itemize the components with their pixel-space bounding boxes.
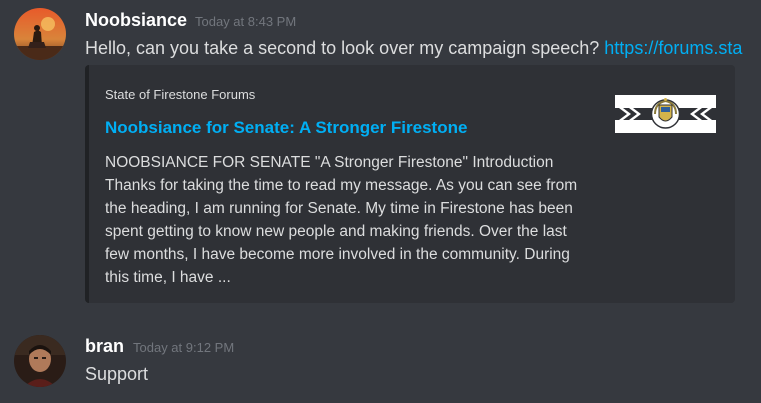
embed-description: NOOBSIANCE FOR SENATE "A Stronger Firest… [105, 154, 578, 286]
noobsiance-avatar-icon[interactable] [14, 8, 66, 60]
message-body: Hello, can you take a second to look ove… [85, 38, 605, 58]
bran-avatar-icon[interactable] [14, 335, 66, 387]
embed-title[interactable]: Noobsiance for Senate: A Stronger Firest… [105, 118, 467, 138]
embed-provider[interactable]: State of Firestone Forums [105, 87, 255, 102]
link-embed: State of Firestone Forums Noobsiance for… [85, 65, 735, 303]
username[interactable]: Noobsiance [85, 10, 187, 31]
message-link[interactable]: https://forums.sta [604, 38, 742, 58]
timestamp: Today at 8:43 PM [195, 14, 297, 29]
chat-area: Noobsiance Today at 8:43 PM Hello, can y… [0, 0, 761, 403]
firestone-emblem-icon[interactable] [615, 95, 716, 133]
message-text: Support [85, 364, 149, 384]
timestamp: Today at 9:12 PM [133, 340, 235, 355]
username[interactable]: bran [85, 336, 124, 357]
message-text: Hello, can you take a second to look ove… [85, 38, 742, 59]
